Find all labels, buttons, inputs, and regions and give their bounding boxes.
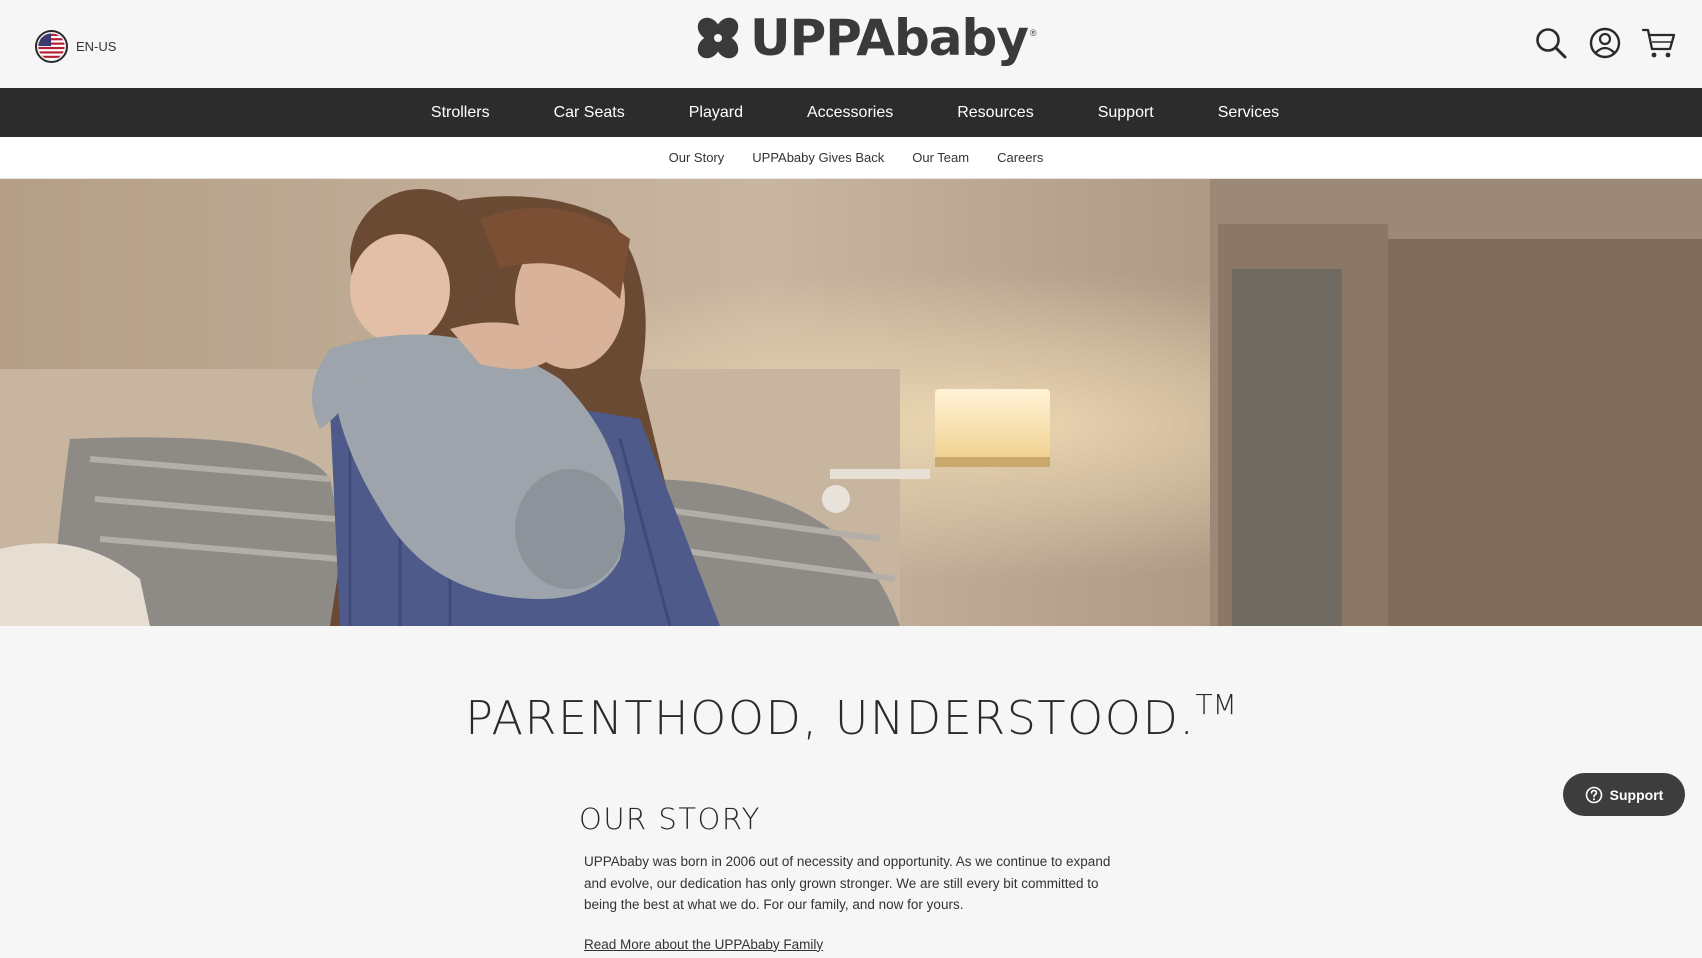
header-actions (1534, 26, 1676, 60)
story-body: UPPAbaby was born in 2006 out of necessi… (584, 854, 1111, 912)
trademark-mark: TM (1195, 688, 1237, 721)
question-icon (1585, 786, 1602, 803)
our-story-section: OUR STORY UPPAbaby was born in 2006 out … (579, 802, 1139, 954)
nav-item-strollers[interactable]: Strollers (399, 104, 522, 122)
subnav-item-careers[interactable]: Careers (983, 150, 1057, 165)
search-icon[interactable] (1534, 26, 1568, 60)
nav-item-accessories[interactable]: Accessories (775, 104, 925, 122)
nav-item-car-seats[interactable]: Car Seats (522, 104, 657, 122)
account-icon[interactable] (1588, 26, 1622, 60)
headline-text: PARENTHOOD, UNDERSTOOD. (465, 691, 1196, 745)
subnav-item-gives-back[interactable]: UPPAbaby Gives Back (738, 150, 898, 165)
subnav-item-our-story[interactable]: Our Story (655, 150, 739, 165)
page-headline: PARENTHOOD, UNDERSTOOD.TM (0, 688, 1702, 745)
support-button-label: Support (1609, 786, 1664, 803)
story-title: OUR STORY (579, 802, 761, 836)
nav-item-support[interactable]: Support (1066, 104, 1186, 122)
read-more-link[interactable]: Read More about the UPPAbaby Family (584, 937, 823, 952)
nav-item-playard[interactable]: Playard (657, 104, 775, 122)
sub-nav: Our Story UPPAbaby Gives Back Our Team C… (0, 137, 1702, 179)
us-flag-icon (35, 30, 68, 63)
nav-item-resources[interactable]: Resources (925, 104, 1065, 122)
nav-item-services[interactable]: Services (1186, 104, 1311, 122)
registered-mark: ® (1029, 28, 1037, 38)
locale-selector[interactable]: EN-US (35, 30, 116, 63)
flower-logo-icon (697, 17, 739, 59)
subnav-item-our-team[interactable]: Our Team (898, 150, 983, 165)
hero-image (0, 179, 1702, 626)
brand-wordmark: UPPAbaby (750, 9, 1029, 67)
hero-illustration (0, 179, 1702, 626)
support-chat-button[interactable]: Support (1563, 773, 1685, 816)
top-bar: EN-US UPPAbaby ® (0, 0, 1702, 88)
cart-icon[interactable] (1642, 26, 1676, 60)
main-nav: Strollers Car Seats Playard Accessories … (0, 88, 1702, 137)
brand-logo[interactable]: UPPAbaby ® (692, 12, 1037, 64)
locale-label: EN-US (76, 39, 117, 54)
